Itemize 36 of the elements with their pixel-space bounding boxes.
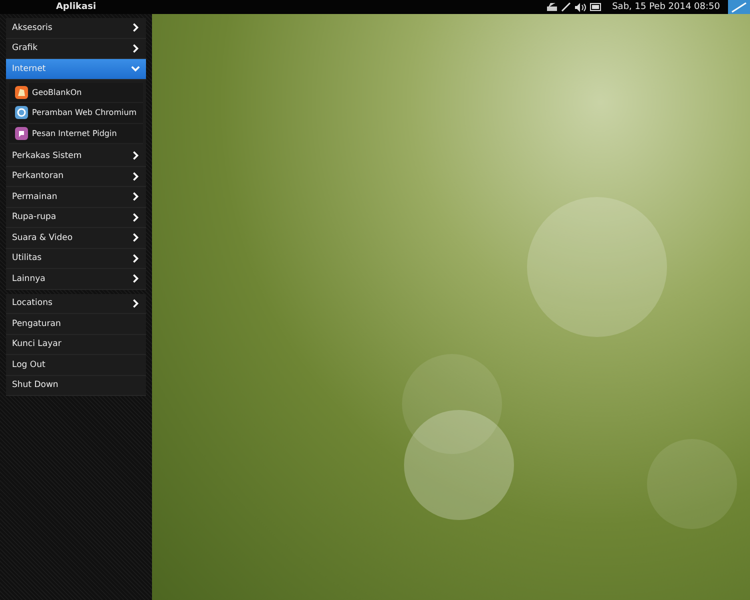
chevron-right-icon [131,254,140,263]
keyboard-icon[interactable] [547,3,558,11]
category-item[interactable]: Permainan [6,187,146,208]
category-item[interactable]: Utilitas [6,248,146,269]
system-item[interactable]: Log Out [6,355,146,376]
category-item[interactable]: Suara & Video [6,228,146,248]
app-item[interactable]: GeoBlankOn [9,82,143,103]
chevron-right-icon [131,44,140,53]
category-item[interactable]: Rupa-rupa [6,208,146,228]
app-item[interactable]: Pesan Internet Pidgin [9,124,143,144]
system-item[interactable]: Pengaturan [6,314,146,334]
category-item[interactable]: Perkakas Sistem [6,146,146,166]
globe-icon [15,106,28,120]
system-item[interactable]: Locations [6,294,146,314]
chat-icon [15,126,28,140]
chevron-down-icon [131,64,140,74]
battery-icon[interactable] [590,3,602,11]
app-item[interactable]: Peramban Web Chromium [9,103,143,124]
system-item[interactable]: Kunci Layar [6,334,146,355]
volume-icon[interactable] [575,2,586,12]
chevron-right-icon [131,23,140,32]
network-icon[interactable] [561,2,572,12]
chevron-right-icon [131,151,140,160]
clock[interactable]: Sab, 15 Peb 2014 08:50 [612,2,720,12]
user-icon[interactable] [728,0,750,14]
chevron-right-icon [131,192,140,202]
chevron-right-icon [131,274,140,284]
map-icon [15,86,28,99]
menu-title[interactable]: Aplikasi [0,2,152,12]
category-item[interactable]: Lainnya [6,269,146,290]
system-item[interactable]: Shut Down [6,376,146,396]
category-item[interactable]: Aksesoris [6,18,146,38]
chevron-right-icon [131,172,140,181]
category-item[interactable]: Perkantoran [6,166,146,187]
chevron-right-icon [131,233,140,242]
chevron-right-icon [131,212,140,222]
